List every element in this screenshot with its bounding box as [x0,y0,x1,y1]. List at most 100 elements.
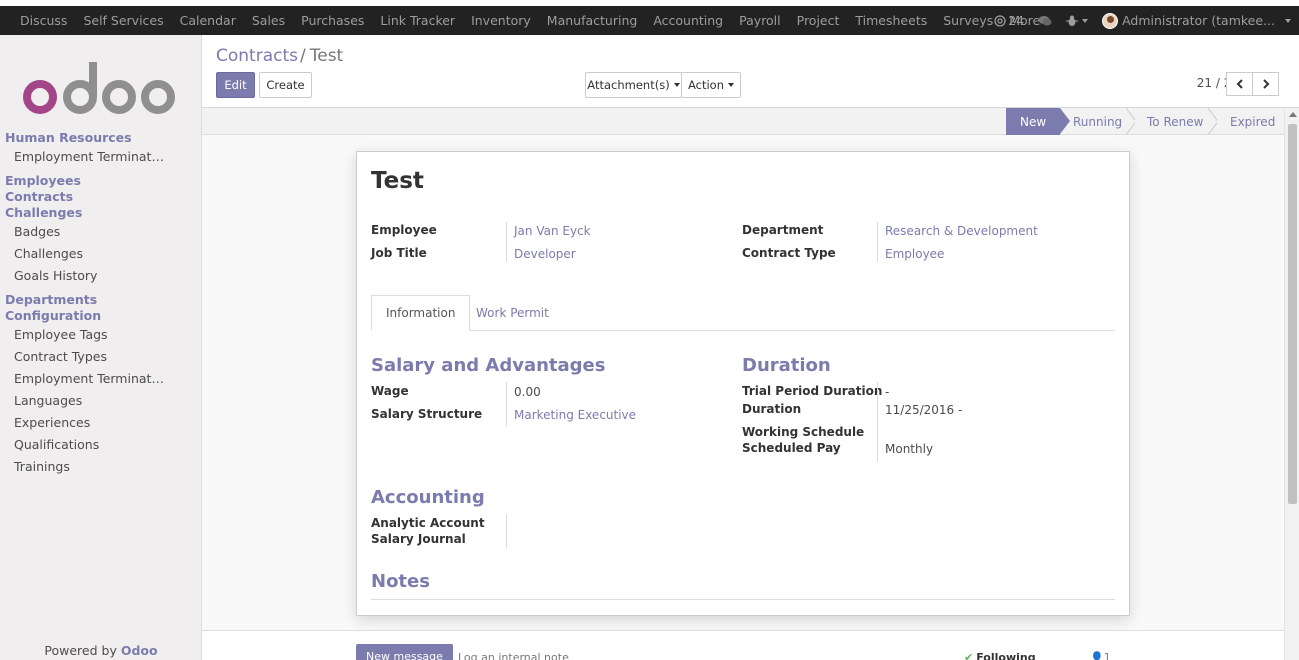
app-sales[interactable]: Sales [244,6,293,35]
job-title-value: Developer [514,247,576,261]
odoo-logo[interactable] [22,57,177,119]
bug-icon [1066,15,1079,26]
breadcrumb-contracts[interactable]: Contracts [216,46,298,66]
app-discuss[interactable]: Discuss [12,6,75,35]
pager-previous-button[interactable] [1226,72,1253,96]
chatter: New message Log an internal note ✔ Follow… [202,630,1284,660]
notes-section-title: Notes [371,571,430,592]
followers-button[interactable]: 👤1 [1090,651,1111,660]
edit-button[interactable]: Edit [216,72,255,98]
duration-value: 11/25/2016 - [885,403,963,417]
app-self-services[interactable]: Self Services [75,6,171,35]
sidebar-item-qualifications[interactable]: Qualifications [0,434,165,456]
debug-menu[interactable] [1066,15,1089,27]
app-purchases[interactable]: Purchases [293,6,372,35]
sidebar-item-languages[interactable]: Languages [0,390,165,412]
action-label: Action [687,78,725,92]
breadcrumb-separator: / [300,46,306,66]
app-accounting[interactable]: Accounting [645,6,731,35]
powered-by-link[interactable]: Odoo [121,643,158,658]
chat-button[interactable] [1038,15,1052,27]
mentions-indicator[interactable]: 24 [994,13,1024,28]
tab-information[interactable]: Information [371,295,471,331]
sidebar-item-employment-termination-config[interactable]: Employment Termination ... [0,368,165,390]
analytic-account-label: Analytic Account [371,516,485,530]
tab-work-permit[interactable]: Work Permit [462,295,563,331]
new-message-button[interactable]: New message [356,644,453,660]
caret-down-icon [728,83,735,87]
caret-down-icon [1285,18,1291,23]
stage-running[interactable]: Running [1073,108,1122,135]
scheduled-pay-value: Monthly [885,442,934,456]
sidebar-item-employee-tags[interactable]: Employee Tags [0,324,165,346]
department-label: Department [742,223,824,237]
sidebar-item-employment-termination[interactable]: Employment Termination [0,146,165,168]
app-project[interactable]: Project [789,6,848,35]
app-timesheets[interactable]: Timesheets [847,6,935,35]
powered-by: Powered by Odoo [0,643,202,658]
app-payroll[interactable]: Payroll [731,6,789,35]
at-icon [994,14,1006,27]
employee-value[interactable]: Jan Van Eyck [514,224,591,238]
top-navbar: Discuss Self Services Calendar Sales Pur… [0,0,1299,35]
sidebar-head-departments[interactable]: Departments [0,292,202,308]
app-calendar[interactable]: Calendar [172,6,244,35]
app-link-tracker[interactable]: Link Tracker [372,6,463,35]
odoo-logo-graphic [23,62,175,114]
attachments-dropdown[interactable]: Attachment(s) [585,72,682,98]
create-button[interactable]: Create [259,72,312,98]
chevron-right-icon [1262,79,1269,89]
sidebar-item-badges[interactable]: Badges [0,221,165,243]
scheduled-pay-label: Scheduled Pay [742,441,841,455]
trial-period-label: Trial Period Duration [742,384,883,398]
duration-label: Duration [742,402,802,416]
sidebar-head-human-resources[interactable]: Human Resources [0,130,202,146]
sidebar-head-contracts[interactable]: Contracts [0,189,202,205]
user-name: Administrator (tamkee... [1122,13,1275,28]
powered-by-prefix: Powered by [44,643,121,658]
contract-type-value[interactable]: Employee [885,247,944,261]
systray: 24 Administrator (tamkee... [980,6,1291,35]
caret-down-icon [673,83,680,87]
stage-expired[interactable]: Expired [1230,108,1275,135]
stage-separator [1125,108,1135,135]
sidebar-item-experiences[interactable]: Experiences [0,412,165,434]
scrollbar[interactable] [1284,108,1299,660]
action-dropdown[interactable]: Action [681,72,741,98]
scrollbar-thumb[interactable] [1288,124,1297,504]
app-manufacturing[interactable]: Manufacturing [539,6,646,35]
sidebar-item-contract-types[interactable]: Contract Types [0,346,165,368]
stage-new[interactable]: New [1006,108,1071,135]
duration-section-title: Duration [742,355,831,376]
stage-to-renew[interactable]: To Renew [1147,108,1203,135]
sidebar-head-employees[interactable]: Employees [0,173,202,189]
scroll-up-arrow-icon[interactable] [1289,112,1297,117]
breadcrumb-current: Test [309,46,344,66]
app-inventory[interactable]: Inventory [463,6,539,35]
salary-structure-value[interactable]: Marketing Executive [514,408,636,422]
salary-journal-label: Salary Journal [371,532,466,546]
attachments-label: Attachment(s) [587,78,670,92]
stage-separator [1207,108,1217,135]
sidebar-head-challenges[interactable]: Challenges [0,205,202,221]
caret-down-icon [1082,18,1089,23]
department-value[interactable]: Research & Development [885,224,1038,238]
avatar [1102,12,1119,29]
user-icon: 👤 [1090,651,1104,660]
sidebar-head-configuration[interactable]: Configuration [0,308,202,324]
salary-section-title: Salary and Advantages [371,355,606,376]
sidebar-item-goals-history[interactable]: Goals History [0,265,165,287]
log-note-link[interactable]: Log an internal note [458,651,569,660]
pager-next-button[interactable] [1252,72,1279,96]
sidebar-item-trainings[interactable]: Trainings [0,456,165,478]
form-sheet: Test Employee Jan Van Eyck Job Title Dev… [356,151,1130,616]
check-icon: ✔ [964,651,974,660]
followers-count: 1 [1103,651,1111,660]
chevron-left-icon [1236,79,1243,89]
following-button[interactable]: ✔ Following [964,651,1036,660]
sidebar-item-challenges[interactable]: Challenges [0,243,165,265]
control-panel: Contracts / Test Edit Create Attachment(s)… [202,35,1299,108]
user-menu[interactable]: Administrator (tamkee... [1102,12,1291,29]
working-schedule-label: Working Schedule [742,425,865,439]
following-label: Following [976,651,1036,660]
